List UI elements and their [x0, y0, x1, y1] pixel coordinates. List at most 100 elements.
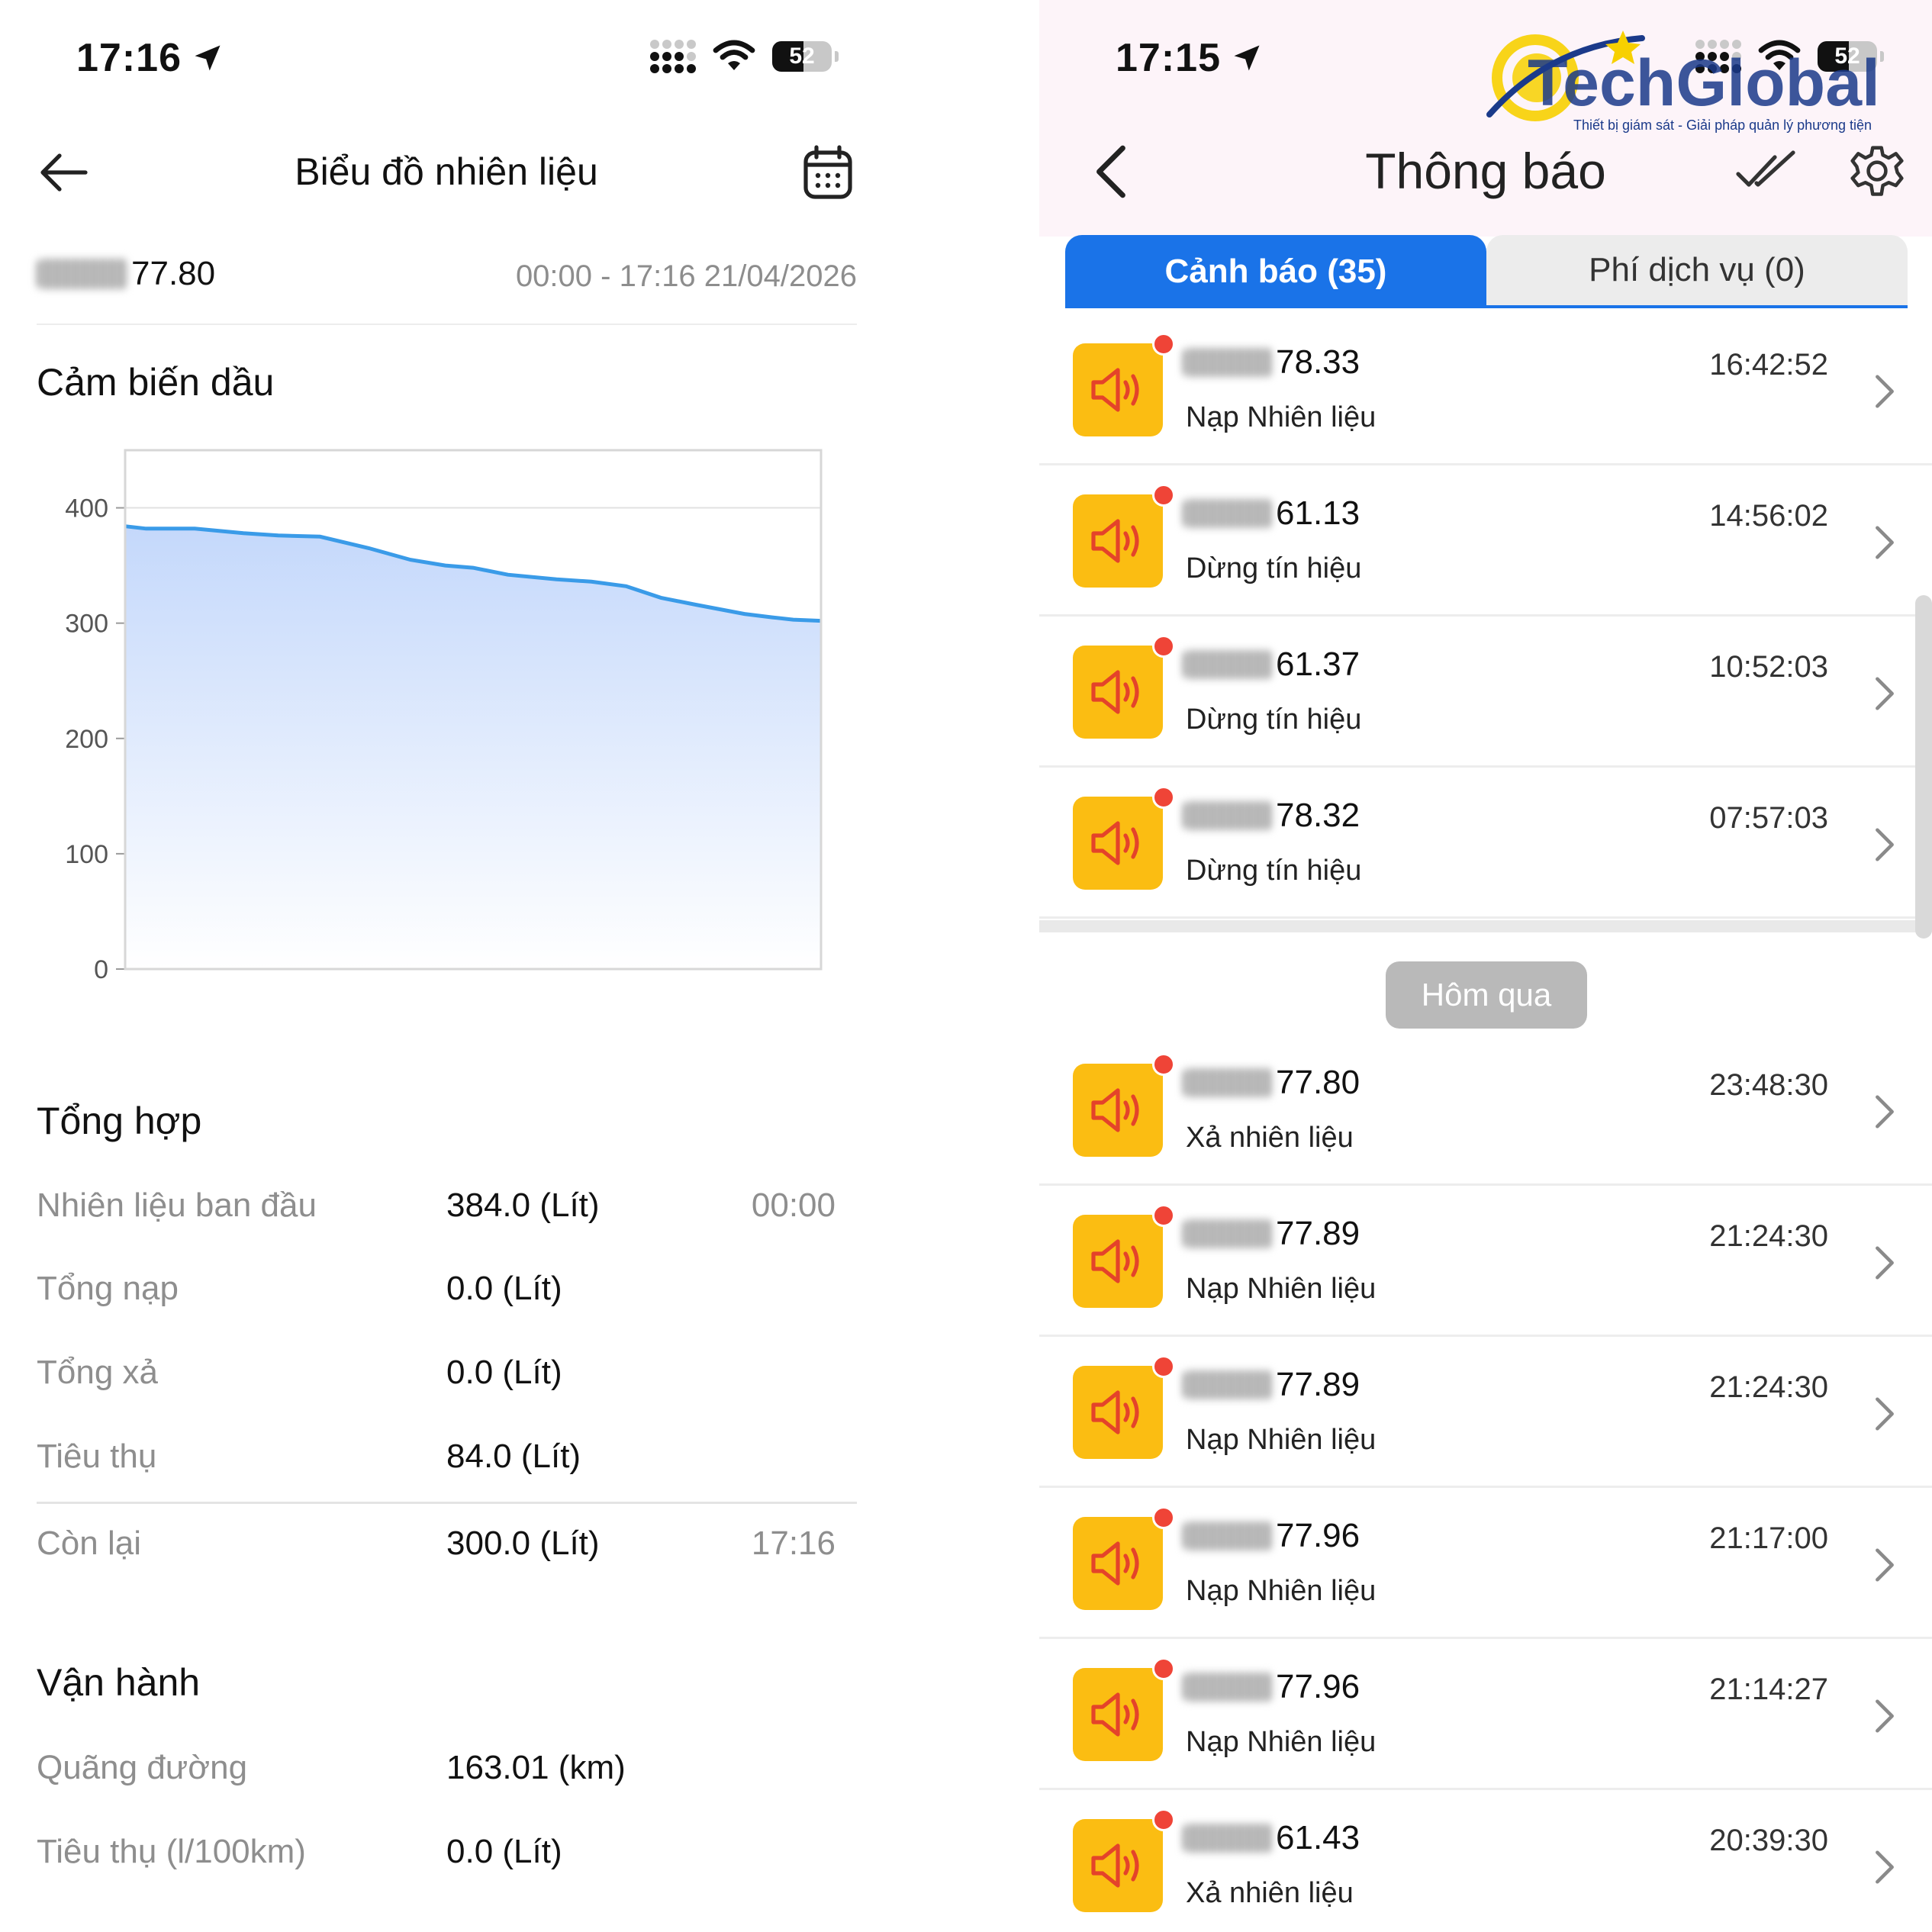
speaker-icon [1091, 1843, 1139, 1888]
alert-badge [1073, 786, 1175, 890]
notification-plate-suffix: 77.96 [1276, 1517, 1360, 1554]
summary-label-remaining: Còn lại [37, 1525, 141, 1562]
notification-description: Nạp Nhiên liệu [1186, 1575, 1377, 1607]
notification-plate-suffix: 61.43 [1276, 1819, 1360, 1856]
blurred-plate-prefix [1183, 499, 1273, 528]
notification-description: Nạp Nhiên liệu [1186, 401, 1377, 433]
yesterday-notification-list: 77.80 Xả nhiên liệu 23:48:30 77.89 Nạp N… [1039, 1035, 1932, 1932]
notification-plate-suffix: 61.37 [1276, 646, 1360, 683]
vehicle-info-row: 77.80 00:00 - 17:16 21/04/2026 [37, 252, 857, 325]
notification-item[interactable]: 61.37 Dừng tín hiệu 10:52:03 [1039, 617, 1932, 768]
notification-time: 16:42:52 [1709, 348, 1828, 382]
time-range: 00:00 - 17:16 21/04/2026 [515, 259, 857, 293]
notification-description: Xả nhiên liệu [1186, 1877, 1354, 1909]
speaker-icon [1091, 1390, 1139, 1435]
speaker-icon [1091, 1692, 1139, 1737]
alert-badge [1073, 635, 1175, 739]
blurred-plate-prefix [1183, 1068, 1273, 1097]
blurred-plate-prefix [1183, 1673, 1273, 1702]
tab-service-fees[interactable]: Phí dịch vụ (0) [1486, 235, 1908, 308]
scrollbar-thumb[interactable] [1915, 595, 1932, 939]
fuel-chart: 0 100 200 300 400 [65, 449, 823, 984]
y-tick-label: 300 [65, 610, 108, 639]
summary-section-title: Tổng hợp [37, 1100, 202, 1142]
chevron-right-icon [1876, 828, 1894, 861]
fuel-chart-screen: 17:16 52 Biểu đồ nhiên liệu 77.80 00:00 … [0, 0, 1039, 1932]
operation-value-distance: 163.01 (km) [446, 1749, 626, 1786]
summary-time-initial: 00:00 [751, 1187, 836, 1224]
notification-item[interactable]: 78.32 Dừng tín hiệu 07:57:03 [1039, 768, 1932, 919]
alert-badge [1073, 484, 1175, 588]
summary-value-consumed: 84.0 (Lít) [446, 1438, 581, 1475]
notification-item[interactable]: 77.89 Nạp Nhiên liệu 21:24:30 [1039, 1186, 1932, 1337]
notification-description: Dừng tín hiệu [1186, 855, 1362, 887]
cellular-signal-icon [650, 40, 696, 73]
section-gap [1039, 920, 1932, 932]
chevron-right-icon [1876, 526, 1894, 559]
notification-item[interactable]: 61.13 Dừng tín hiệu 14:56:02 [1039, 465, 1932, 617]
mark-all-read-icon[interactable] [1735, 150, 1796, 195]
operation-label-rate: Tiêu thụ (l/100km) [37, 1833, 306, 1870]
location-arrow-icon [1234, 45, 1260, 71]
notification-plate: 78.33 [1183, 343, 1360, 382]
notification-time: 10:52:03 [1709, 650, 1828, 684]
unread-dot [1152, 786, 1175, 809]
notification-plate: 61.43 [1183, 1819, 1360, 1857]
notification-plate-suffix: 77.80 [1276, 1064, 1360, 1101]
battery-level: 52 [789, 43, 815, 69]
gear-icon[interactable] [1848, 143, 1906, 201]
notification-plate-suffix: 61.13 [1276, 494, 1360, 532]
notification-description: Nạp Nhiên liệu [1186, 1273, 1377, 1305]
alert-badge [1073, 333, 1175, 436]
unread-dot [1152, 333, 1175, 356]
summary-value-drain: 0.0 (Lít) [446, 1354, 562, 1391]
today-notification-list: 78.33 Nạp Nhiên liệu 16:42:52 61.13 Dừng… [1039, 314, 1932, 919]
notification-item[interactable]: 77.89 Nạp Nhiên liệu 21:24:30 [1039, 1337, 1932, 1488]
notification-plate-suffix: 77.96 [1276, 1668, 1360, 1705]
notification-description: Dừng tín hiệu [1186, 552, 1362, 584]
notification-plate: 77.80 [1183, 1064, 1360, 1102]
y-tick-label: 200 [65, 725, 108, 754]
calendar-icon[interactable] [803, 145, 853, 200]
tab-alerts[interactable]: Cảnh báo (35) [1065, 235, 1486, 308]
vehicle-plate: 77.80 [37, 255, 215, 293]
notification-plate-suffix: 78.32 [1276, 797, 1360, 834]
blurred-plate-prefix [1183, 801, 1273, 830]
notification-time: 21:24:30 [1709, 1370, 1828, 1404]
summary-label-drain: Tổng xả [37, 1354, 158, 1391]
notification-item[interactable]: 78.33 Nạp Nhiên liệu 16:42:52 [1039, 314, 1932, 465]
status-icons: 52 [650, 40, 839, 73]
chevron-right-icon [1876, 1850, 1894, 1884]
speaker-icon [1091, 1088, 1139, 1132]
notification-item[interactable]: 77.80 Xả nhiên liệu 23:48:30 [1039, 1035, 1932, 1186]
notification-item[interactable]: 61.43 Xả nhiên liệu 20:39:30 [1039, 1790, 1932, 1932]
notification-plate-suffix: 78.33 [1276, 343, 1360, 381]
y-tick-label: 0 [94, 955, 108, 984]
notification-item[interactable]: 77.96 Nạp Nhiên liệu 21:17:00 [1039, 1488, 1932, 1639]
chevron-right-icon [1876, 1397, 1894, 1431]
blurred-plate-prefix [1183, 348, 1273, 377]
page-title: Thông báo [1365, 143, 1606, 199]
chevron-right-icon [1876, 1095, 1894, 1129]
notification-time: 21:24:30 [1709, 1219, 1828, 1253]
notification-description: Nạp Nhiên liệu [1186, 1424, 1377, 1456]
notification-description: Dừng tín hiệu [1186, 704, 1362, 736]
speaker-icon [1091, 1541, 1139, 1586]
unread-dot [1152, 1808, 1175, 1831]
speaker-icon [1091, 519, 1139, 563]
sensor-section-title: Cảm biến dầu [37, 361, 275, 404]
summary-label-refill: Tổng nạp [37, 1270, 179, 1307]
notification-time: 14:56:02 [1709, 499, 1828, 533]
notification-item[interactable]: 77.96 Nạp Nhiên liệu 21:14:27 [1039, 1639, 1932, 1790]
summary-value-remaining: 300.0 (Lít) [446, 1525, 600, 1562]
vehicle-plate-suffix: 77.80 [131, 255, 216, 292]
notification-plate: 78.32 [1183, 797, 1360, 835]
blurred-plate-prefix [1183, 650, 1273, 679]
unread-dot [1152, 1506, 1175, 1529]
status-time: 17:15 [1116, 35, 1264, 81]
alert-badge [1073, 1657, 1175, 1761]
notification-plate: 77.89 [1183, 1215, 1360, 1253]
summary-time-remaining: 17:16 [751, 1525, 836, 1562]
blurred-plate-prefix [1183, 1521, 1273, 1550]
notification-plate-suffix: 77.89 [1276, 1215, 1360, 1252]
